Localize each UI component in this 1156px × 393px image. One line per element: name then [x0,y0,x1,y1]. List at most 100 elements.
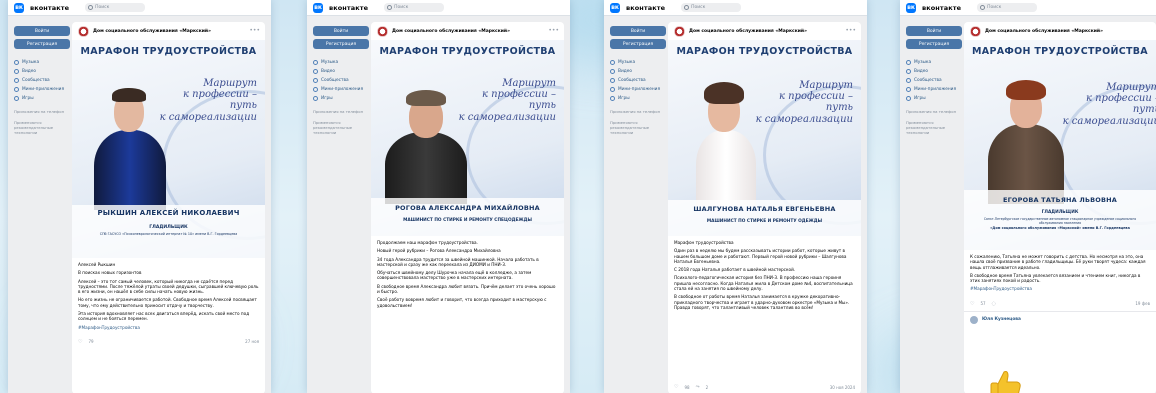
register-button[interactable]: Регистрация [610,39,666,49]
vk-logo-icon[interactable]: вк [14,2,24,13]
org-caption: Санкт-Петербургское государственное авто… [983,217,1137,225]
sidebar-item-music[interactable]: Музыка [14,58,70,67]
sidebar-item-mini-apps[interactable]: Мини-приложения [610,85,666,94]
video-icon [313,69,318,74]
person-photo [381,82,471,204]
login-button[interactable]: Войти [313,26,369,36]
search-input[interactable]: Поиск [384,3,445,12]
more-icon[interactable]: ••• [249,27,260,34]
register-button[interactable]: Регистрация [313,39,369,49]
post-footer: ♡ 98 ⤳ 2 30 ноя 2024 [668,382,861,393]
login-button[interactable]: Войти [610,26,666,36]
banner-slogan: Маршрут к профессии – путь к самореализа… [755,80,853,125]
sidebar-item-video[interactable]: Видео [313,67,369,76]
sidebar-item-mini-apps[interactable]: Мини-приложения [313,85,369,94]
apps-note[interactable]: Приложения на телефон [313,109,369,114]
post-image[interactable]: МАРАФОН ТРУДОУСТРОЙСТВА Маршрут к профес… [668,40,861,236]
vk-header: вк вконтакте Поиск [604,0,867,16]
search-input[interactable]: Поиск [977,3,1038,12]
apps-note[interactable]: Приложения на телефон [610,109,666,114]
person-hair [112,88,146,102]
post-image[interactable]: МАРАФОН ТРУДОУСТРОЙСТВА Маршрут к профес… [964,40,1156,250]
community-avatar[interactable] [377,25,388,37]
sidebar-item-video[interactable]: Видео [906,67,962,76]
person-position: ГЛАДИЛЬЩИК [149,225,188,230]
sidebar-item-games[interactable]: Игры [313,94,369,103]
post-image[interactable]: МАРАФОН ТРУДОУСТРОЙСТВА Маршрут к профес… [72,40,265,258]
community-name[interactable]: Дом социального обслуживания «Маркский» [985,29,1103,34]
apps-note[interactable]: Приложения на телефон [14,109,70,114]
vk-brand[interactable]: вконтакте [626,4,665,12]
vk-logo-icon[interactable]: вк [906,2,916,13]
games-icon [610,96,615,101]
share-icon[interactable]: ⤳ [696,384,700,390]
sidebar-item-communities[interactable]: Сообщества [14,76,70,85]
vk-brand[interactable]: вконтакте [922,4,961,12]
left-sidebar: Войти Регистрация Музыка Видео Сообществ… [14,26,70,135]
vk-brand[interactable]: вконтакте [329,4,368,12]
more-icon[interactable]: ••• [845,27,856,34]
sidebar-item-games[interactable]: Игры [14,94,70,103]
community-name[interactable]: Дом социального обслуживания «Маркский» [93,29,211,34]
community-avatar[interactable] [970,25,981,37]
post-text: Алексей Рыкшин В поисках новых горизонто… [78,262,259,330]
post-time[interactable]: 30 ноя 2024 [830,385,855,390]
apps-icon [14,87,19,92]
search-input[interactable]: Поиск [85,3,146,12]
vk-logo-icon[interactable]: вк [610,2,620,13]
vk-brand[interactable]: вконтакте [30,4,69,12]
sidebar-item-music[interactable]: Музыка [610,58,666,67]
post-card: Дом социального обслуживания «Маркский» … [371,22,564,393]
post-header: Дом социального обслуживания «Маркский» … [371,22,564,40]
sidebar-item-mini-apps[interactable]: Мини-приложения [906,85,962,94]
left-sidebar: Войти Регистрация Музыка Видео Сообществ… [610,26,666,135]
person-jacket [385,132,467,204]
post-image[interactable]: МАРАФОН ТРУДОУСТРОЙСТВА Маршрут к профес… [371,40,564,236]
sidebar-item-communities[interactable]: Сообщества [906,76,962,85]
commenter-name[interactable]: Юля Кузнецова [982,317,1021,322]
like-icon[interactable]: ♡ [970,301,974,307]
post-time[interactable]: 19 фев [1135,301,1150,306]
sidebar-item-games[interactable]: Игры [610,94,666,103]
person-hair [406,90,446,106]
register-button[interactable]: Регистрация [906,39,962,49]
like-icon[interactable]: ♡ [674,384,678,390]
sidebar-item-mini-apps[interactable]: Мини-приложения [14,85,70,94]
banner-slogan: Маршрут к профессии – путь к самореализа… [1062,82,1156,127]
apps-icon [906,87,911,92]
community-avatar[interactable] [674,25,685,37]
community-avatar[interactable] [78,25,89,37]
sidebar-item-video[interactable]: Видео [610,67,666,76]
like-icon[interactable]: ♡ [78,339,82,345]
vk-logo-icon[interactable]: вк [313,2,323,13]
privacy-note[interactable]: Применяются рекомендательные технологии [906,120,962,135]
sidebar-item-music[interactable]: Музыка [906,58,962,67]
sidebar-item-games[interactable]: Игры [906,94,962,103]
like-count: 98 [684,384,690,390]
hashtag-link[interactable]: #МарафонТрудоустройства [970,286,1150,291]
sidebar-item-music[interactable]: Музыка [313,58,369,67]
privacy-note[interactable]: Применяются рекомендательные технологии [14,120,70,135]
post-time[interactable]: 27 ноя [245,339,259,344]
hashtag-link[interactable]: #МарафонТрудоустройства [78,325,259,330]
sidebar-item-communities[interactable]: Сообщества [313,76,369,85]
search-input[interactable]: Поиск [681,3,742,12]
login-button[interactable]: Войти [14,26,70,36]
more-icon[interactable]: ••• [548,27,559,34]
sidebar-item-communities[interactable]: Сообщества [610,76,666,85]
banner-title: МАРАФОН ТРУДОУСТРОЙСТВА [379,46,556,57]
comment-icon[interactable]: ◌ [992,301,996,307]
sidebar-item-video[interactable]: Видео [14,67,70,76]
community-name[interactable]: Дом социального обслуживания «Маркский» [392,29,510,34]
privacy-note[interactable]: Применяются рекомендательные технологии [610,120,666,135]
register-button[interactable]: Регистрация [14,39,70,49]
org-caption: «Дом социального обслуживания «Маркский»… [990,226,1130,230]
privacy-note[interactable]: Применяются рекомендательные технологии [313,120,369,135]
login-button[interactable]: Войти [906,26,962,36]
person-hair [704,82,744,104]
music-icon [906,60,911,65]
banner-title: МАРАФОН ТРУДОУСТРОЙСТВА [676,46,853,57]
apps-note[interactable]: Приложения на телефон [906,109,962,114]
commenter-avatar[interactable] [970,315,978,324]
community-name[interactable]: Дом социального обслуживания «Маркский» [689,29,807,34]
